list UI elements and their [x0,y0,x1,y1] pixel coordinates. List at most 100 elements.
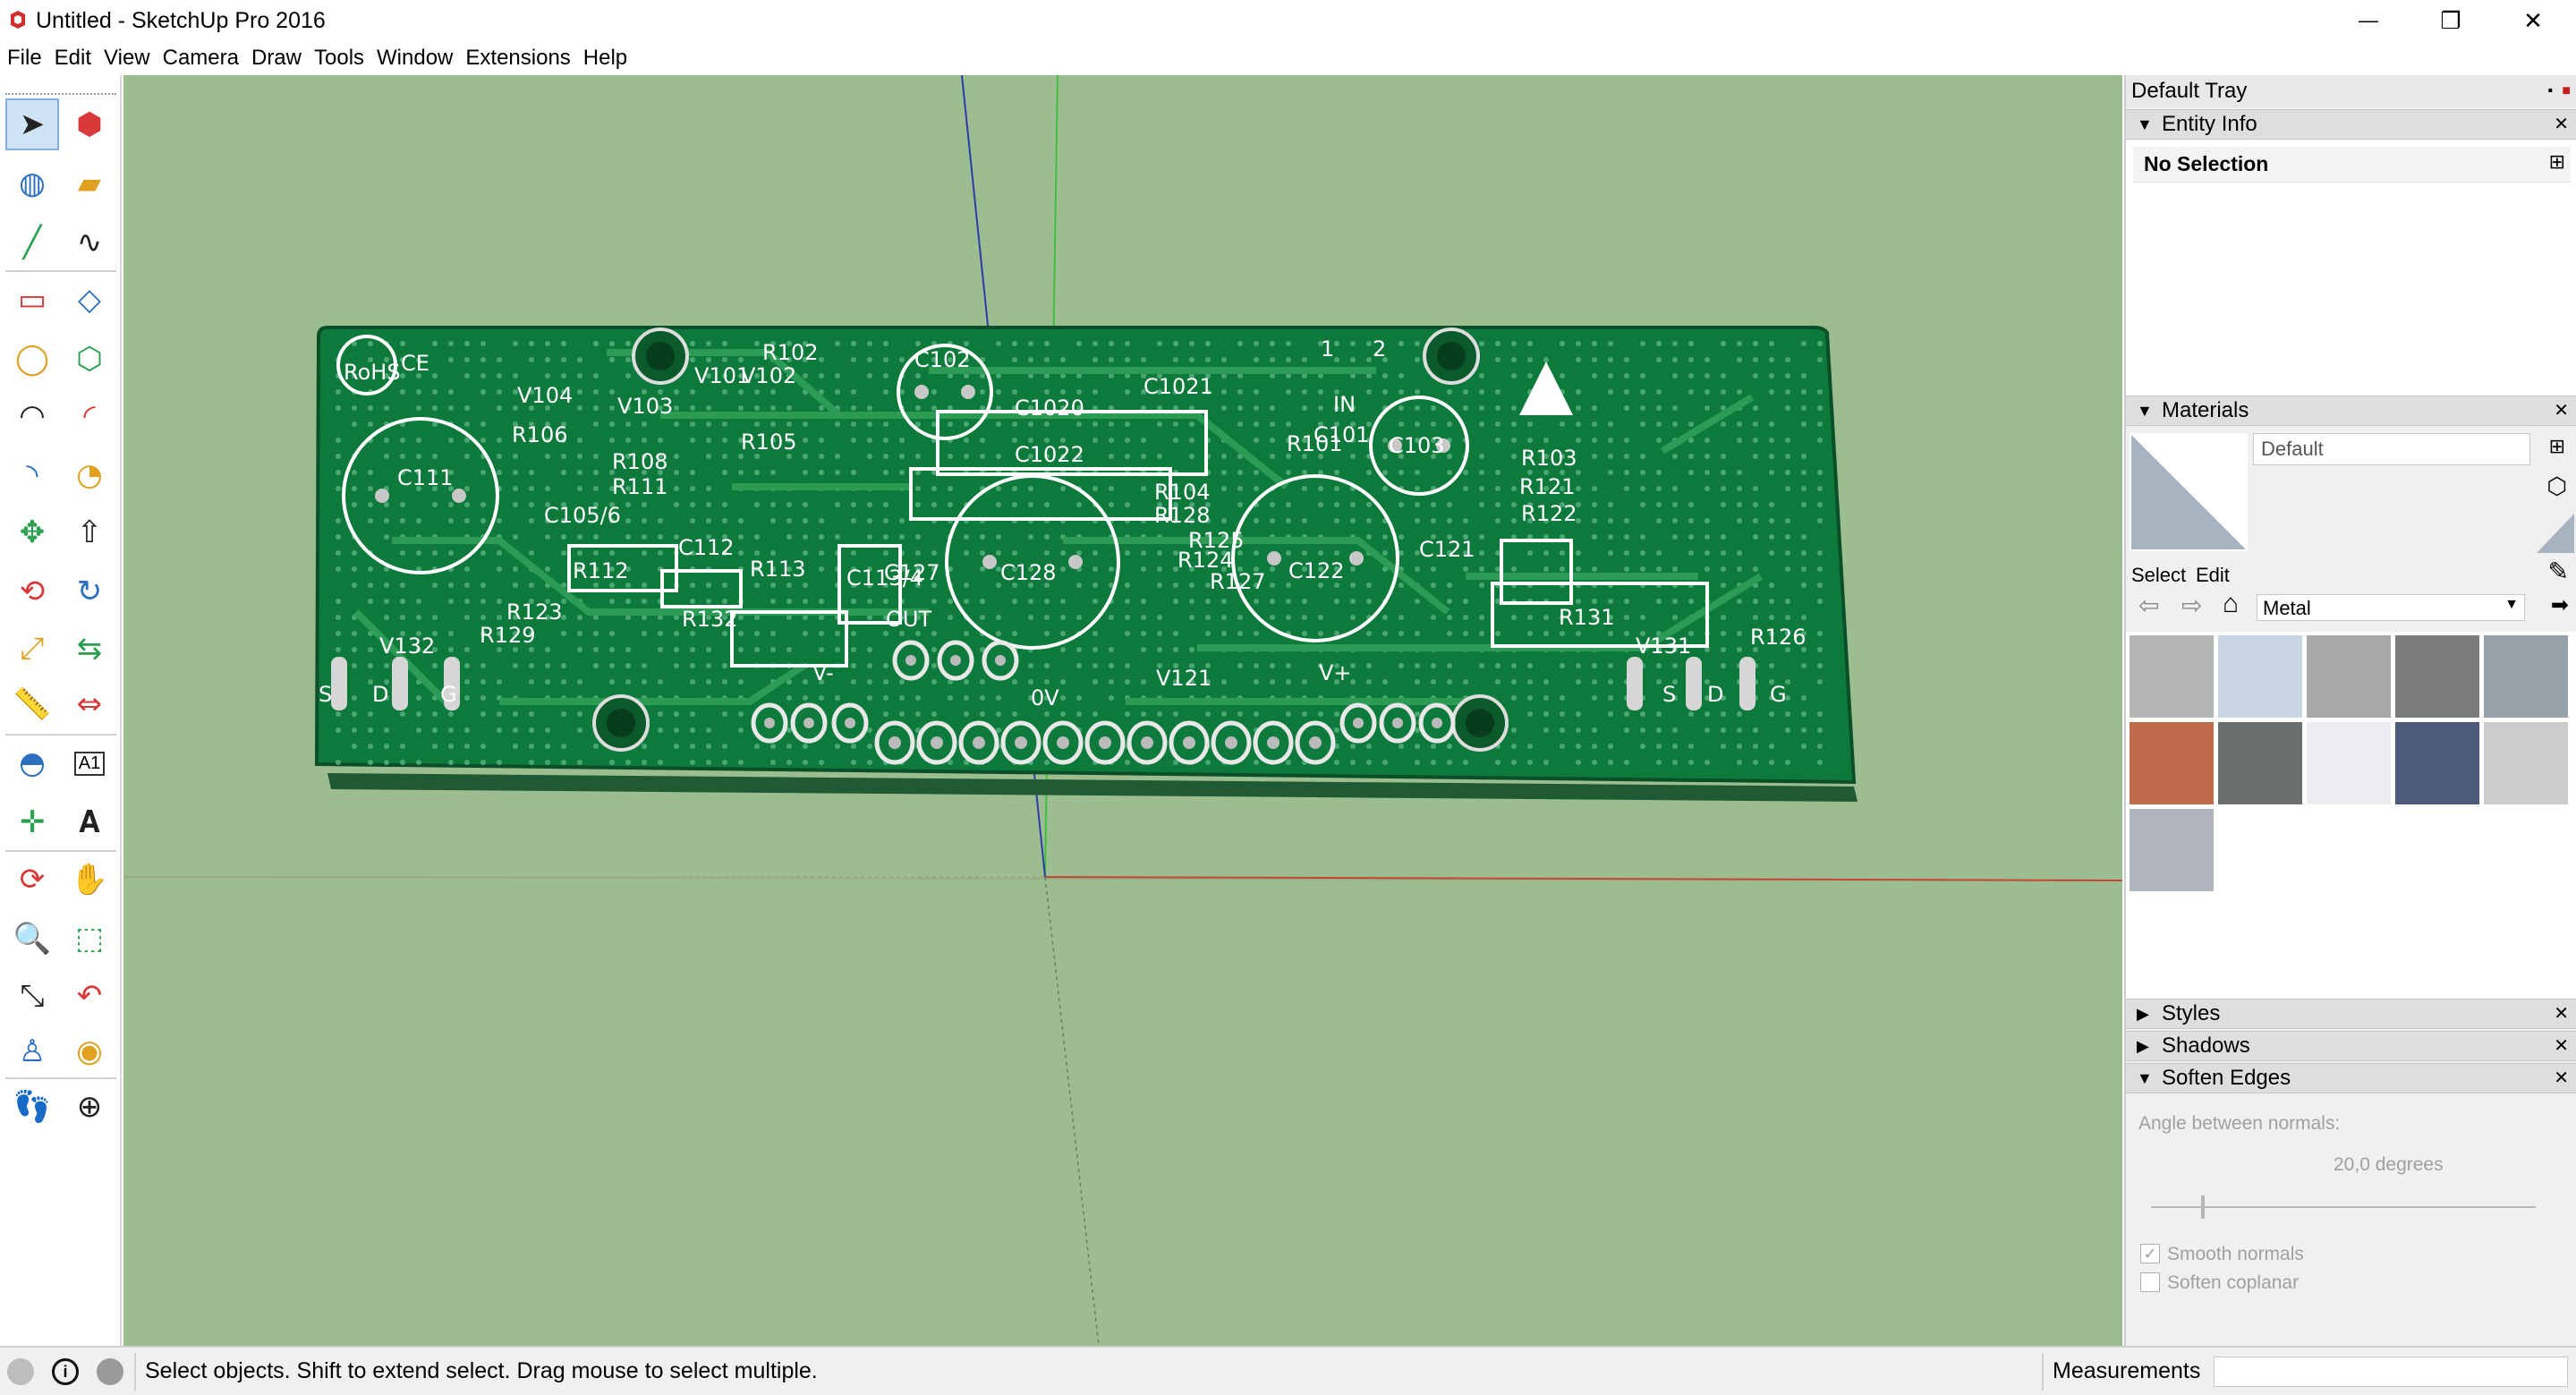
material-swatch[interactable] [2130,635,2214,718]
display-secondary-pane-icon[interactable]: ⬡ [2546,472,2567,500]
material-swatch[interactable] [2130,722,2214,804]
polygon-tool[interactable]: ⬡ [63,333,116,385]
credits-icon[interactable]: i [52,1358,79,1385]
tab-select[interactable]: Select [2131,564,2186,587]
rotate-tool[interactable]: ⟲ [5,566,59,617]
offset-tool[interactable]: ⇆ [63,623,116,675]
material-swatch[interactable] [2130,809,2214,891]
home-icon[interactable]: ⌂ [2223,589,2239,619]
look-around-tool[interactable]: ◉ [63,1025,116,1077]
pcb-dot [625,373,631,379]
rotated-rectangle-tool[interactable]: ◇ [63,274,116,326]
toolbar-grip[interactable] [5,93,116,97]
materials-header[interactable]: ▼ Materials ✕ [2126,396,2576,426]
material-library-select[interactable]: Metal ▼ [2257,594,2525,621]
rectangle-tool[interactable]: ▭ [5,274,59,326]
slider-thumb[interactable] [2201,1195,2205,1219]
minimize-button[interactable]: — [2327,0,2410,41]
menu-view[interactable]: View [104,45,150,72]
freehand-tool[interactable]: ∿ [63,217,116,268]
user-account-icon[interactable] [97,1358,123,1385]
entity-info-header[interactable]: ▼ Entity Info ✕ [2126,109,2576,140]
soften-coplanar-checkbox[interactable] [2140,1272,2160,1292]
material-swatch[interactable] [2395,635,2479,718]
previous-view-tool[interactable]: ↶ [63,970,116,1022]
back-arrow-icon[interactable]: ⇦ [2138,591,2159,620]
tray-pin-icon[interactable]: ▪ [2547,75,2553,107]
panel-close-icon[interactable]: ✕ [2554,999,2569,1028]
material-swatch[interactable] [2218,635,2302,718]
pcb-dot [915,534,921,540]
details-arrow-icon[interactable]: ➡ [2551,592,2569,618]
push-pull-tool[interactable]: ⇧ [63,506,116,558]
material-name-field[interactable]: Default [2253,433,2530,465]
menu-edit[interactable]: Edit [55,45,91,72]
line-tool[interactable]: ╱ [5,217,59,268]
move-tool[interactable]: ✥ [5,506,59,558]
menu-file[interactable]: File [7,45,42,72]
tab-edit[interactable]: Edit [2196,564,2230,587]
pcb-dot [1592,744,1597,749]
shadows-header[interactable]: ▶ Shadows ✕ [2126,1031,2576,1061]
zoom-window-tool[interactable]: ⬚ [63,913,116,965]
pcb-dot [1624,486,1629,491]
axes-tool[interactable]: ✛ [5,796,59,848]
zoom-extents-tool[interactable]: ⤡ [5,970,59,1022]
paint-bucket-tool[interactable]: ◍ [5,157,59,209]
eraser-tool[interactable]: ▰ [63,157,116,209]
menu-help[interactable]: Help [583,45,627,72]
soften-edges-header[interactable]: ▼ Soften Edges ✕ [2126,1063,2576,1093]
entity-details-icon[interactable]: ⊞ [2549,150,2565,174]
dimension-tool[interactable]: ⇔ [63,678,116,730]
select-tool[interactable]: ➤ [5,98,59,150]
tray-close-icon[interactable]: ■ [2562,75,2571,107]
measurements-input[interactable] [2214,1357,2568,1387]
menu-extensions[interactable]: Extensions [465,45,570,72]
material-swatch[interactable] [2484,722,2568,804]
position-camera-tool[interactable]: ♙ [5,1025,59,1077]
material-swatch[interactable] [2218,722,2302,804]
tape-measure-tool[interactable]: 📏 [5,678,59,730]
protractor-tool[interactable]: ◓ [5,737,59,789]
panel-close-icon[interactable]: ✕ [2554,110,2569,139]
modeling-viewport[interactable]: RoHS CE V104 R106 V103 V101 V102 R102 C102 C1020 C… [123,75,2122,1346]
smooth-normals-checkbox[interactable]: ✓ [2140,1244,2160,1263]
panel-close-icon[interactable]: ✕ [2554,1064,2569,1093]
forward-arrow-icon[interactable]: ⇨ [2181,591,2202,620]
angle-slider[interactable] [2151,1194,2536,1221]
material-swatch[interactable] [2395,722,2479,804]
material-swatch[interactable] [2307,635,2391,718]
pcb-dot [529,711,534,717]
styles-header[interactable]: ▶ Styles ✕ [2126,999,2576,1029]
restore-button[interactable]: ❐ [2410,0,2492,41]
section-plane-tool[interactable]: ⊕ [63,1081,116,1133]
circle-tool[interactable]: ◯ [5,333,59,385]
menu-window[interactable]: Window [377,45,453,72]
close-button[interactable]: ✕ [2492,0,2574,41]
scale-tool[interactable]: ⤢ [5,623,59,675]
make-component-tool[interactable]: ⬢ [63,98,116,150]
orbit-tool[interactable]: ⟳ [5,854,59,906]
text-tool[interactable]: A1 [63,737,116,789]
pie-tool[interactable]: ◔ [63,449,116,501]
material-swatch[interactable] [2307,722,2391,804]
walk-tool[interactable]: 👣 [5,1081,59,1133]
panel-close-icon[interactable]: ✕ [2554,396,2569,425]
menu-draw[interactable]: Draw [251,45,302,72]
pcb-dot [770,405,776,411]
3d-text-tool[interactable]: 𝐀 [63,796,116,848]
material-swatch[interactable] [2484,635,2568,718]
geo-location-icon[interactable] [7,1358,34,1385]
sample-paint-icon[interactable]: ✎ [2548,557,2569,586]
arc-tool[interactable]: ◠ [5,390,59,442]
three-point-arc-tool[interactable]: ◝ [5,449,59,501]
pcb-dot [1479,373,1484,379]
follow-me-tool[interactable]: ↻ [63,566,116,617]
create-material-icon[interactable]: ⊞ [2549,435,2565,458]
panel-close-icon[interactable]: ✕ [2554,1032,2569,1060]
pan-tool[interactable]: ✋ [63,854,116,906]
menu-tools[interactable]: Tools [314,45,364,72]
menu-camera[interactable]: Camera [163,45,239,72]
two-point-arc-tool[interactable]: ◜ [63,390,116,442]
zoom-tool[interactable]: 🔍 [5,913,59,965]
